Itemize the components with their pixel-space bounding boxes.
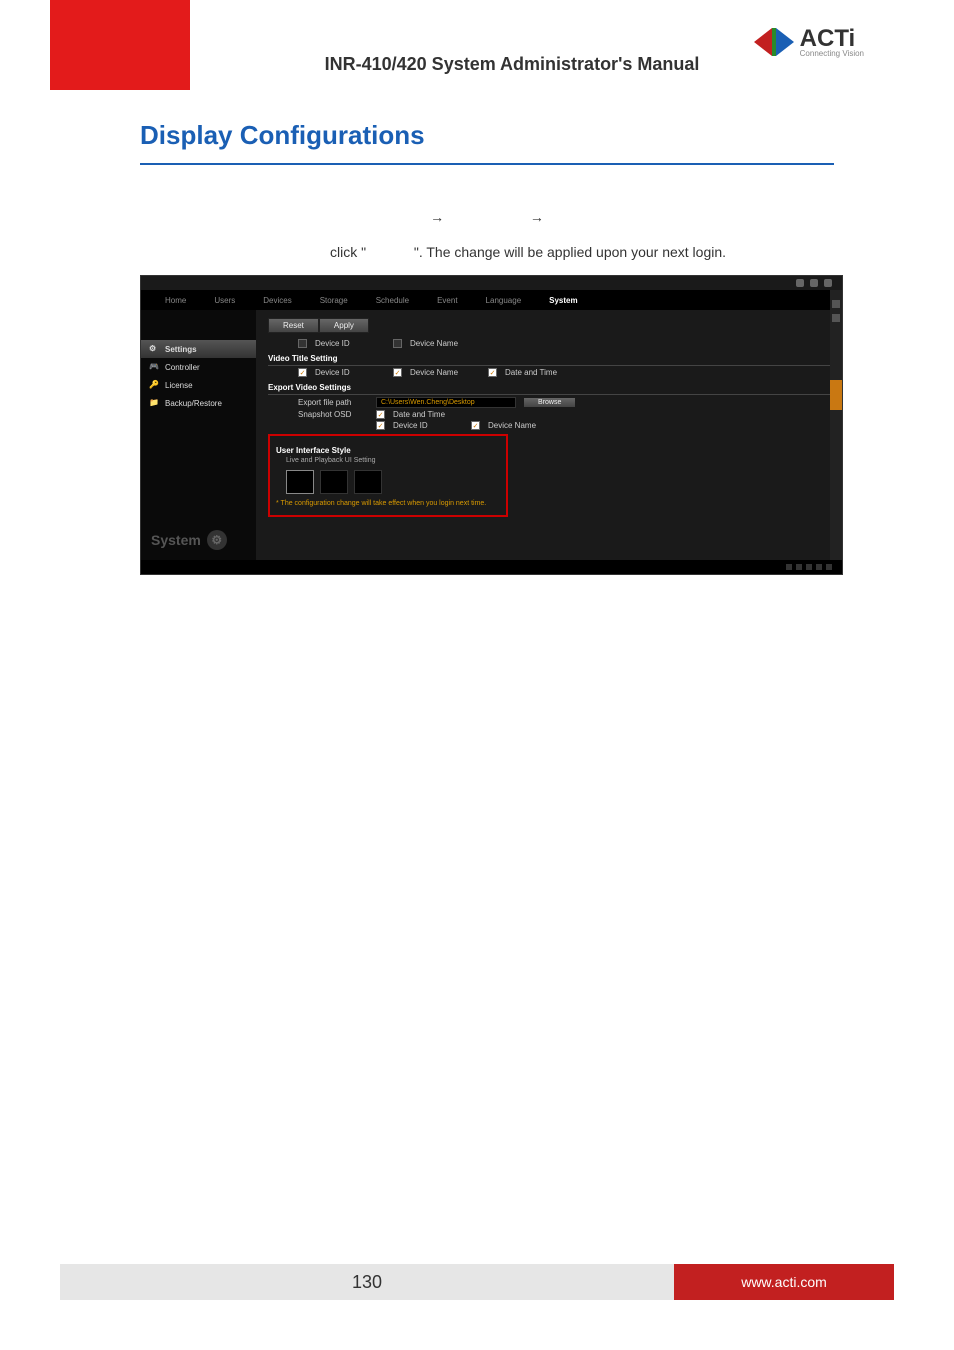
titlebar-icon[interactable] [796,279,804,287]
checkbox-vt-datetime[interactable]: ✓ [488,368,497,377]
page-number: 130 [60,1264,674,1300]
brand-name: ACTi [800,25,856,52]
menu-system[interactable]: System [535,296,591,305]
titlebar-icon[interactable] [824,279,832,287]
browse-button[interactable]: Browse [524,398,575,407]
status-icon [826,564,832,570]
export-header: Export Video Settings [268,381,830,395]
ui-style-highlight: User Interface Style Live and Playback U… [268,434,508,517]
export-path-label: Export file path [298,398,368,407]
intro-line-arrows: → → [140,205,834,230]
arrow-icon: → [430,209,444,225]
app-screenshot: Home Users Devices Storage Schedule Even… [140,275,843,575]
menu-language[interactable]: Language [472,296,536,305]
apply-button[interactable]: Apply [319,318,369,333]
titlebar-icon[interactable] [810,279,818,287]
gear-large-icon: ⚙ [207,530,227,550]
checkbox-snap-device-id[interactable]: ✓ [376,421,385,430]
page-content: Display Configurations → → click " ". Th… [140,120,834,575]
status-icon [796,564,802,570]
menu-storage[interactable]: Storage [306,296,362,305]
sidebar-footer: System ⚙ [151,530,227,550]
checkbox-snap-device-name[interactable]: ✓ [471,421,480,430]
brand-tagline: Connecting Vision [800,49,864,58]
ui-style-option-1[interactable] [286,470,314,494]
ui-style-note: * The configuration change will take eff… [276,500,500,507]
footer-url: www.acti.com [674,1264,894,1300]
strip-icon[interactable] [832,300,840,308]
status-icon [806,564,812,570]
controller-icon: 🎮 [149,362,159,372]
status-icon [786,564,792,570]
folder-icon: 📁 [149,398,159,408]
brand-logo: ACTi Connecting Vision [754,25,864,58]
intro-line-2: click " ". The change will be applied up… [140,240,834,265]
key-icon: 🔑 [149,380,159,390]
top-menu: Home Users Devices Storage Schedule Even… [141,290,842,310]
checkbox-vt-device-id[interactable]: ✓ [298,368,307,377]
ui-style-option-2[interactable] [320,470,348,494]
status-icon [816,564,822,570]
export-path-input[interactable]: C:\Users\Wen.Cheng\Desktop [376,397,516,408]
ui-style-sub: Live and Playback UI Setting [276,457,500,464]
sidebar-item-controller[interactable]: 🎮 Controller [141,358,256,376]
reset-button[interactable]: Reset [268,318,319,333]
manual-title: INR-410/420 System Administrator's Manua… [325,54,700,90]
checkbox-vt-device-name[interactable]: ✓ [393,368,402,377]
snapshot-osd-label: Snapshot OSD [298,410,368,419]
window-titlebar [141,276,842,290]
video-title-header: Video Title Setting [268,352,830,366]
status-bar [141,560,842,574]
menu-home[interactable]: Home [151,296,200,305]
menu-users[interactable]: Users [200,296,249,305]
menu-schedule[interactable]: Schedule [362,296,423,305]
ui-style-header: User Interface Style [276,444,500,457]
sidebar-item-backup[interactable]: 📁 Backup/Restore [141,394,256,412]
menu-event[interactable]: Event [423,296,471,305]
sidebar-item-settings[interactable]: ⚙ Settings [141,340,256,358]
logo-mark-icon [754,26,794,58]
gear-icon: ⚙ [149,344,159,354]
checkbox-snap-datetime[interactable]: ✓ [376,410,385,419]
checkbox-device-id[interactable] [298,339,307,348]
ui-style-option-3[interactable] [354,470,382,494]
section-title: Display Configurations [140,120,834,165]
page-footer: 130 www.acti.com [60,1264,894,1300]
menu-devices[interactable]: Devices [249,296,305,305]
arrow-icon: → [530,209,544,225]
sidebar: ⚙ Settings 🎮 Controller 🔑 License 📁 Back… [141,310,256,560]
checkbox-device-name[interactable] [393,339,402,348]
sidebar-item-license[interactable]: 🔑 License [141,376,256,394]
main-panel: Reset Apply Device ID Device Name Video … [256,310,842,560]
